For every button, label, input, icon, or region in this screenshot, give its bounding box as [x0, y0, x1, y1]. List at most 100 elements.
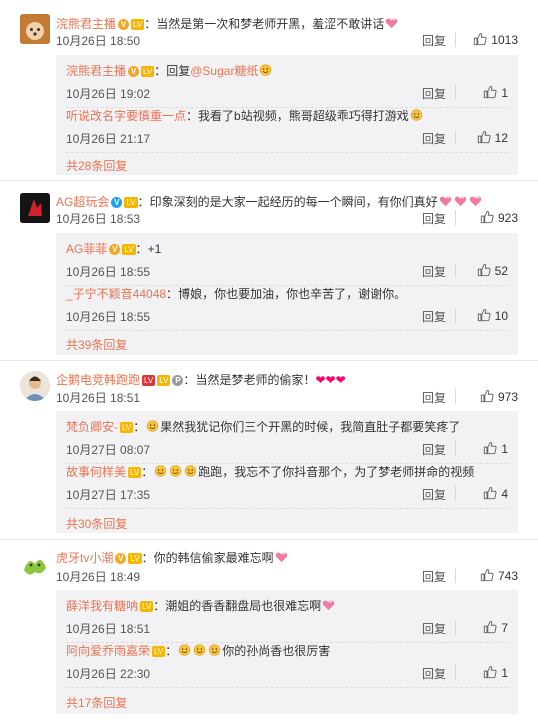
emoji-icon [178, 644, 191, 656]
reply-text: 跑跑，我忘不了你抖音那个，为了梦老师拼命的视频 [198, 465, 475, 479]
more-replies-link[interactable]: 共28条回复 [66, 157, 127, 174]
reply-meta: 10月27日 08:07 回复 1 [66, 441, 508, 457]
blush-emoji-icon [322, 599, 335, 611]
username-link[interactable]: AG超玩会 [56, 195, 109, 209]
like-button[interactable]: 973 [455, 389, 518, 404]
timestamp: 10月27日 17:35 [66, 488, 151, 502]
reply-text-row: _子宁不颖音44048：博娘，你也要加油，你也辛苦了，谢谢你。 [66, 287, 407, 301]
timestamp: 10月26日 18:53 [56, 212, 141, 226]
ag-logo-icon [20, 193, 50, 223]
reply-button[interactable]: 回复 [422, 486, 446, 503]
avatar[interactable] [20, 193, 50, 223]
timestamp: 10月26日 18:55 [66, 310, 151, 324]
reply-button[interactable]: 回复 [422, 441, 446, 458]
username-link[interactable]: 薛洋我有糖呐 [66, 599, 138, 613]
like-button[interactable]: 7 [455, 620, 508, 635]
like-button[interactable]: 743 [455, 568, 518, 583]
emoji-icon [410, 109, 423, 121]
reply-list: AG菲菲 V LV ：+1 10月26日 18:55 回复 52 _子宁不颖音44048：… [56, 233, 518, 355]
reply-meta: 10月26日 21:17 回复 12 [66, 130, 508, 146]
like-button[interactable]: 52 [455, 263, 508, 278]
reply-button[interactable]: 回复 [422, 620, 446, 637]
avatar[interactable] [20, 550, 50, 580]
comment-text: 你的韩信偷家最难忘啊 [153, 551, 274, 565]
username-link[interactable]: AG菲菲 [66, 242, 107, 256]
like-button[interactable]: 12 [455, 130, 508, 145]
reply-button[interactable]: 回复 [422, 263, 446, 280]
mention-link[interactable]: @Sugar糖纸 [190, 64, 258, 78]
like-count: 7 [501, 621, 508, 635]
thumb-up-icon [477, 130, 491, 144]
more-replies-link[interactable]: 共17条回复 [66, 694, 127, 711]
comment-text-row: 浣熊君主播 V LV ：当然是第一次和梦老师开黑，羞涩不敢讲话 [56, 15, 518, 32]
comment-text: 印象深刻的是大家一起经历的每一个瞬间，有你们真好 [149, 195, 438, 209]
reply-button[interactable]: 回复 [422, 665, 446, 682]
raccoon-avatar-icon [20, 14, 50, 44]
thumb-up-icon [477, 263, 491, 277]
reply-meta: 10月26日 19:02 回复 1 [66, 85, 508, 101]
timestamp: 10月26日 18:51 [66, 622, 151, 636]
thumb-up-icon [483, 441, 497, 455]
reply-button[interactable]: 回复 [422, 130, 446, 147]
comment-thread: 浣熊君主播 V LV ：当然是第一次和梦老师开黑，羞涩不敢讲话 10月26日 18:5… [0, 0, 538, 181]
like-button[interactable]: 4 [455, 486, 508, 501]
username-link[interactable]: 阿向爱乔雨嘉荣 [66, 644, 150, 658]
username-link[interactable]: 故事何样美 [66, 465, 126, 479]
reply-text: 潮姐的香香翻盘局也很难忘啊 [165, 599, 322, 613]
verified-icon: V [111, 197, 123, 208]
thumb-up-icon [477, 308, 491, 322]
username-link[interactable]: 梵负卿安- [66, 420, 118, 434]
blush-emoji-icon [439, 195, 452, 207]
divider [66, 687, 508, 688]
like-count: 1 [501, 666, 508, 680]
comment-text-row: 虎牙tv小潮 V LV ：你的韩信偷家最难忘啊 [56, 549, 518, 566]
comment-thread: 虎牙tv小潮 V LV ：你的韩信偷家最难忘啊 10月26日 18:49 回复 743… [0, 540, 538, 726]
divider [66, 508, 508, 509]
more-replies-link[interactable]: 共39条回复 [66, 336, 127, 353]
verified-icon: V [128, 66, 140, 77]
reply-button[interactable]: 回复 [422, 308, 446, 325]
like-button[interactable]: 1 [455, 85, 508, 100]
reply-text-row: 阿向爱乔雨嘉荣 LV：你的孙尚香也很厉害 [66, 644, 331, 658]
username-link[interactable]: 虎牙tv小潮 [56, 551, 113, 565]
person-avatar-icon [20, 371, 50, 401]
thumb-up-icon [480, 389, 494, 403]
like-button[interactable]: 923 [455, 210, 518, 225]
like-button[interactable]: 1 [455, 441, 508, 456]
level-badge-icon: LV [124, 197, 138, 208]
reply-button[interactable]: 回复 [422, 568, 446, 585]
reply-button[interactable]: 回复 [422, 85, 446, 102]
timestamp: 10月26日 18:49 [56, 570, 141, 584]
like-button[interactable]: 10 [455, 308, 508, 323]
like-count: 1 [501, 442, 508, 456]
like-button[interactable]: 1013 [455, 32, 518, 47]
username-link[interactable]: 浣熊君主播 [66, 64, 126, 78]
blush-emoji-icon [454, 195, 467, 207]
timestamp: 10月26日 21:17 [66, 132, 151, 146]
reply-button[interactable]: 回复 [422, 389, 446, 406]
level-badge-icon: LV [120, 422, 134, 433]
username-link[interactable]: 浣熊君主播 [56, 17, 116, 31]
comment-meta: 10月26日 18:50 回复 1013 [56, 32, 518, 48]
reply-meta: 10月27日 17:35 回复 4 [66, 486, 508, 502]
reply-button[interactable]: 回复 [422, 32, 446, 49]
username-link[interactable]: 企鹅电竞韩跑跑 [56, 373, 140, 387]
reply-button[interactable]: 回复 [422, 210, 446, 227]
blush-emoji-icon [469, 195, 482, 207]
level-badge-icon: LV [128, 467, 142, 478]
username-link[interactable]: _子宁不颖音44048 [66, 287, 166, 301]
like-count: 1 [501, 86, 508, 100]
thumb-up-icon [483, 85, 497, 99]
more-replies-link[interactable]: 共30条回复 [66, 515, 127, 532]
emoji-icon [208, 644, 221, 656]
like-button[interactable]: 1 [455, 665, 508, 680]
emoji-icon [193, 644, 206, 656]
level-badge-icon: LV [141, 66, 155, 77]
level-badge-icon: LV [140, 601, 154, 612]
username-link[interactable]: 听说改名字要慎重一点 [66, 109, 186, 123]
blush-emoji-icon [385, 17, 398, 29]
avatar[interactable] [20, 14, 50, 44]
reply-text: 博娘，你也要加油，你也辛苦了，谢谢你。 [178, 287, 407, 301]
avatar[interactable] [20, 371, 50, 401]
like-count: 1013 [491, 33, 518, 47]
